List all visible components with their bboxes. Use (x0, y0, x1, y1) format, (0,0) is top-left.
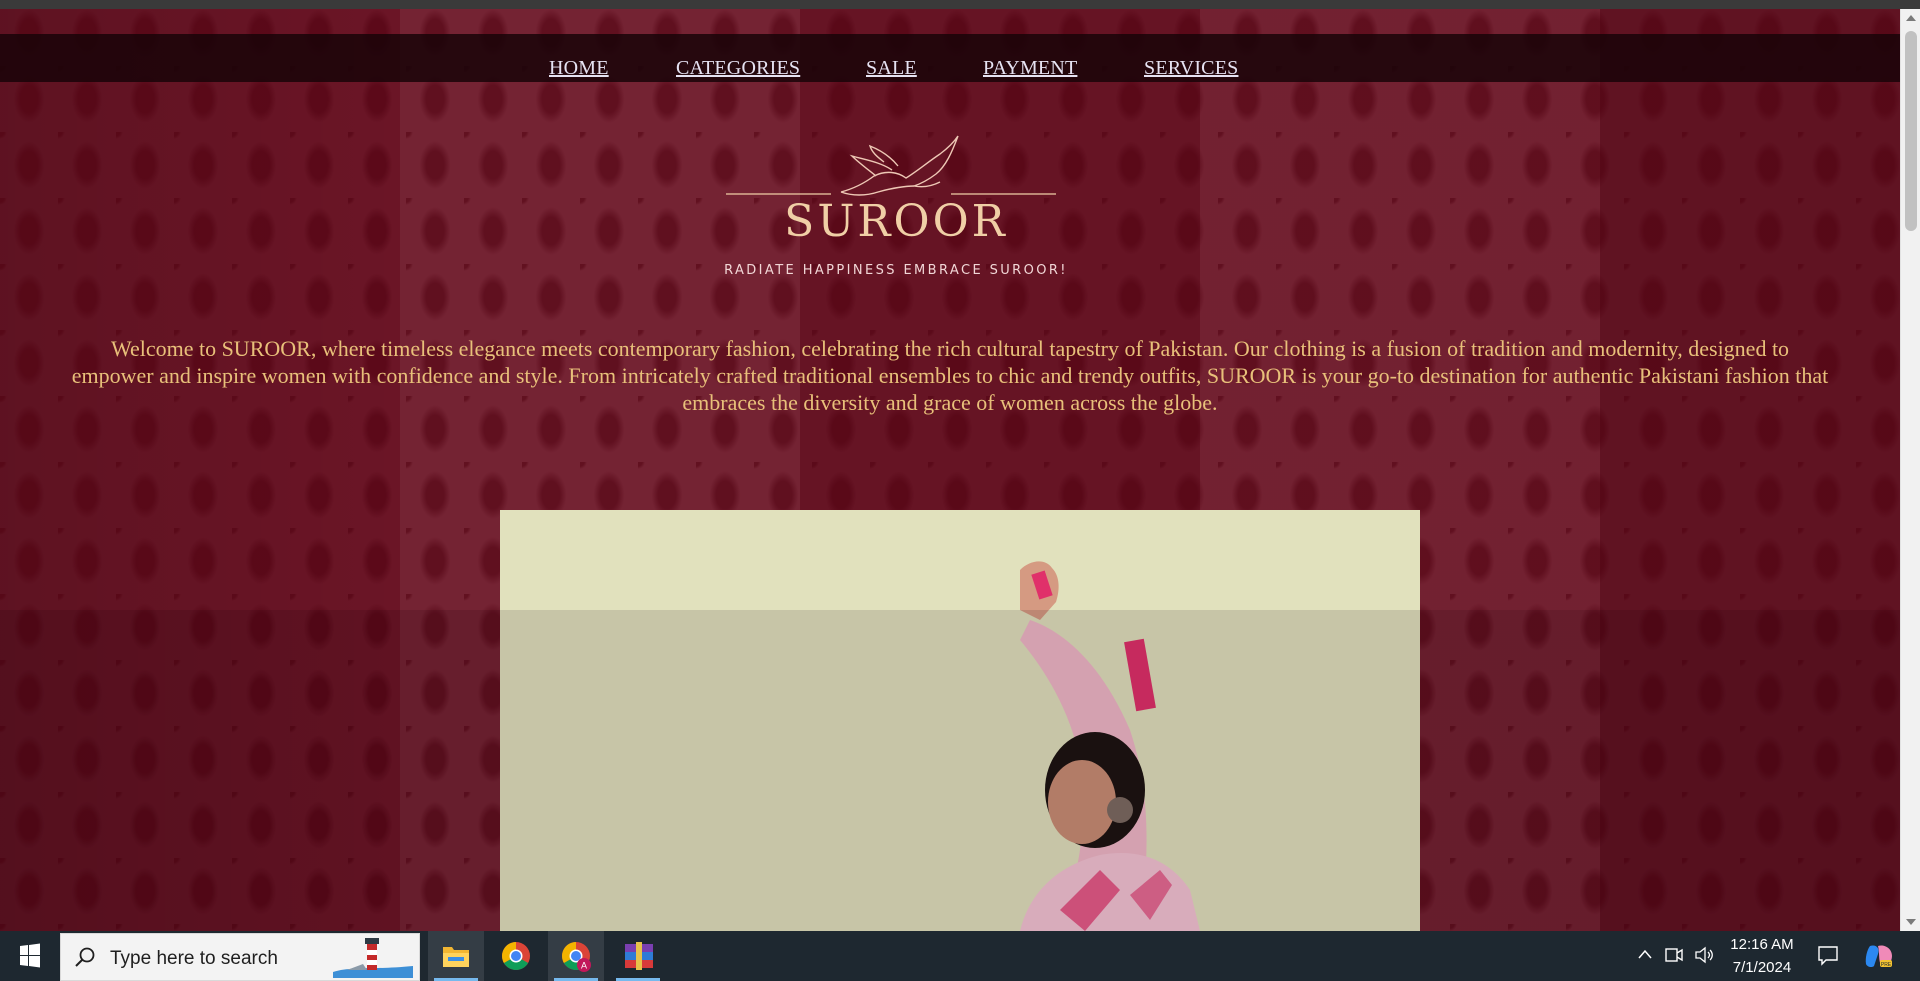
lighthouse-icon (333, 938, 413, 978)
window-top-edge (0, 0, 1920, 9)
file-explorer-taskbar-button[interactable] (428, 931, 484, 981)
logo-wordmark: SUROOR (784, 196, 1008, 247)
svg-text:A: A (581, 961, 587, 971)
search-icon (75, 947, 95, 967)
nav-payment-link[interactable]: PAYMENT (983, 57, 1077, 80)
scroll-down-icon[interactable] (1906, 919, 1916, 925)
chrome-profile-icon: A (562, 942, 591, 972)
suroor-logo: SUROOR RADIATE HAPPINESS EMBRACE SUROOR! (716, 132, 1096, 287)
chrome-taskbar-button[interactable] (488, 931, 544, 981)
browser-viewport: HOME CATEGORIES SALE PAYMENT SERVICES SU… (0, 0, 1920, 931)
scroll-thumb[interactable] (1905, 31, 1917, 231)
windows-taskbar: Type here to search A 12:16 AM 7/1/2024 … (0, 931, 1920, 981)
winrar-taskbar-button[interactable] (610, 931, 666, 981)
nav-services-link[interactable]: SERVICES (1144, 57, 1238, 80)
meet-now-icon[interactable] (1664, 945, 1684, 965)
logo-tagline: RADIATE HAPPINESS EMBRACE SUROOR! (724, 263, 1068, 278)
nav-categories-link[interactable]: CATEGORIES (676, 57, 800, 80)
nav-sale-link[interactable]: SALE (866, 57, 917, 80)
main-navbar: HOME CATEGORIES SALE PAYMENT SERVICES (0, 34, 1900, 82)
chrome-icon (502, 942, 530, 970)
notification-icon[interactable] (1817, 944, 1839, 966)
speaker-icon[interactable] (1694, 945, 1716, 965)
clock-time[interactable]: 12:16 AM (1722, 936, 1802, 953)
clock-date[interactable]: 7/1/2024 (1722, 959, 1802, 976)
chrome-profile-taskbar-button[interactable]: A (548, 931, 604, 981)
file-explorer-icon (443, 947, 469, 967)
taskbar-search-box[interactable]: Type here to search (60, 933, 420, 981)
hero-fashion-image (500, 510, 1420, 931)
copilot-icon[interactable]: PRE (1864, 942, 1894, 970)
start-button[interactable] (0, 931, 60, 981)
dove-icon (840, 135, 959, 196)
scroll-up-icon[interactable] (1906, 15, 1916, 21)
nav-home-link[interactable]: HOME (549, 57, 609, 80)
search-placeholder: Type here to search (110, 948, 278, 969)
welcome-paragraph: Welcome to SUROOR, where timeless elegan… (71, 336, 1829, 415)
chevron-up-icon[interactable] (1636, 946, 1654, 964)
page-scrollbar[interactable] (1900, 9, 1920, 931)
winrar-icon (625, 942, 653, 970)
svg-text:PRE: PRE (1881, 962, 1892, 968)
windows-logo-icon (20, 943, 40, 968)
